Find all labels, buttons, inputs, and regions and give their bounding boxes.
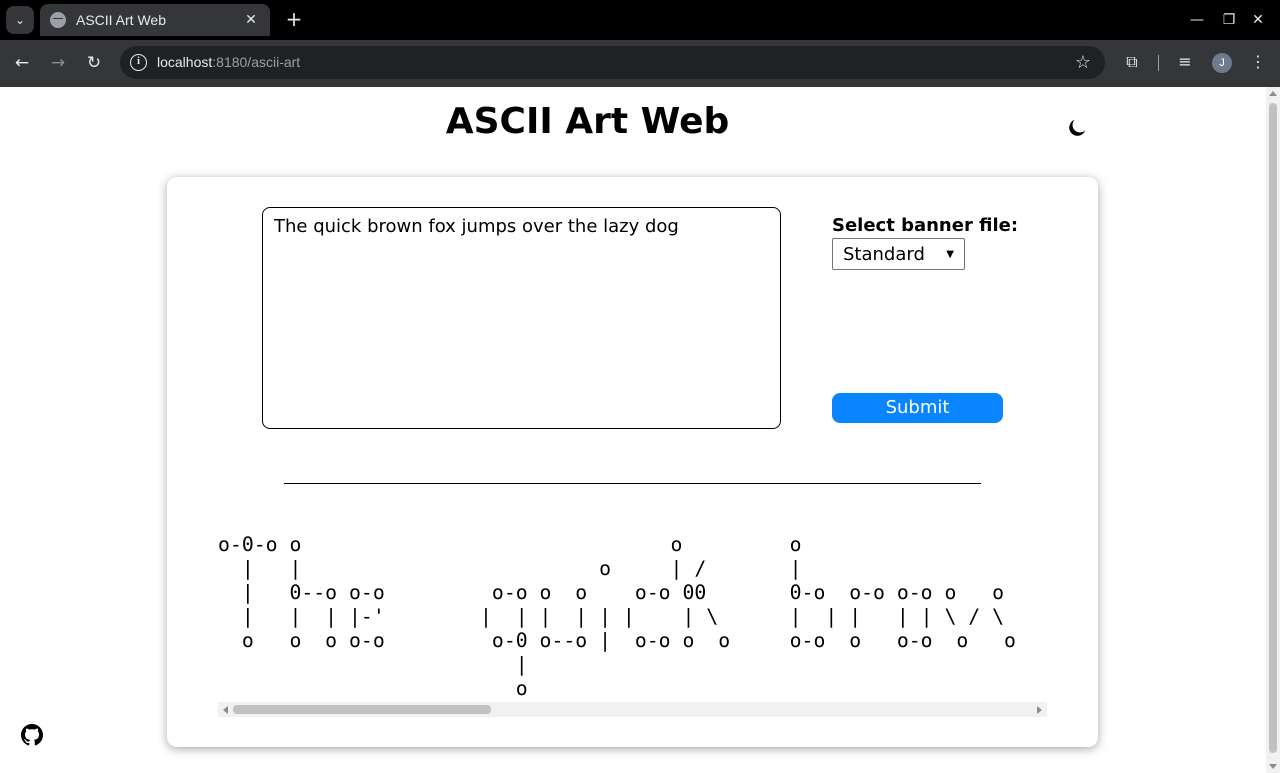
browser-toolbar: ← → ↻ i localhost:8180/ascii-art ☆ ⧉ ≡ J…: [0, 40, 1280, 87]
scroll-up-icon[interactable]: [1269, 91, 1277, 96]
restore-icon[interactable]: ❐: [1217, 8, 1241, 32]
banner-label: Select banner file:: [832, 215, 1019, 236]
page-title: ASCII Art Web: [445, 101, 730, 142]
page-content: ASCII Art Web The quick brown fox jumps …: [0, 87, 1266, 773]
ascii-form-card: The quick brown fox jumps over the lazy …: [167, 177, 1098, 747]
github-icon[interactable]: [21, 724, 43, 746]
forward-icon[interactable]: →: [45, 50, 71, 76]
profile-avatar[interactable]: J: [1212, 53, 1232, 73]
new-tab-icon[interactable]: +: [282, 8, 306, 32]
tab-ascii-art-web[interactable]: ASCII Art Web ✕: [40, 4, 270, 36]
scrollbar-thumb[interactable]: [233, 705, 491, 714]
submit-button[interactable]: Submit: [832, 393, 1003, 423]
vertical-scrollbar[interactable]: [1266, 87, 1280, 773]
ascii-output[interactable]: o-0-o o o o | | o | / | | 0--o o-o o-o o…: [218, 533, 1047, 703]
banner-selected-value: Standard: [843, 243, 925, 265]
tab-strip: ⌄ ASCII Art Web ✕ + — ❐ ✕: [0, 0, 1280, 40]
window-close-icon[interactable]: ✕: [1246, 8, 1270, 32]
divider: [284, 483, 981, 484]
tab-title: ASCII Art Web: [76, 12, 166, 28]
horizontal-scrollbar[interactable]: [218, 702, 1047, 717]
browser-menu-icon[interactable]: ⋮: [1246, 50, 1270, 74]
site-info-icon[interactable]: i: [130, 54, 147, 71]
text-input[interactable]: The quick brown fox jumps over the lazy …: [262, 207, 781, 429]
ascii-art-text: o-0-o o o o | | o | / | | 0--o o-o o-o o…: [218, 533, 1016, 700]
extensions-icon[interactable]: ⧉: [1120, 50, 1144, 74]
toolbar-divider: [1158, 55, 1159, 71]
url-text: localhost:8180/ascii-art: [157, 54, 301, 70]
scroll-down-icon[interactable]: [1269, 764, 1277, 769]
moon-icon[interactable]: [1066, 117, 1088, 139]
minimize-icon[interactable]: —: [1185, 8, 1209, 32]
globe-icon: [50, 12, 66, 28]
browser-chrome: ⌄ ASCII Art Web ✕ + — ❐ ✕ ← → ↻ i localh…: [0, 0, 1280, 87]
banner-select[interactable]: Standard ▼: [832, 238, 965, 270]
scroll-left-icon[interactable]: [223, 706, 228, 714]
reload-icon[interactable]: ↻: [81, 50, 107, 76]
media-control-icon[interactable]: ≡: [1173, 50, 1197, 74]
chevron-down-icon: ▼: [946, 248, 954, 260]
back-icon[interactable]: ←: [9, 50, 35, 76]
bookmark-star-icon[interactable]: ☆: [1075, 52, 1091, 73]
tab-search-icon[interactable]: ⌄: [6, 6, 34, 34]
vertical-scrollbar-thumb[interactable]: [1269, 103, 1277, 753]
scroll-right-icon[interactable]: [1037, 706, 1042, 714]
address-bar[interactable]: i localhost:8180/ascii-art ☆: [120, 46, 1105, 79]
close-tab-icon[interactable]: ✕: [242, 12, 260, 28]
